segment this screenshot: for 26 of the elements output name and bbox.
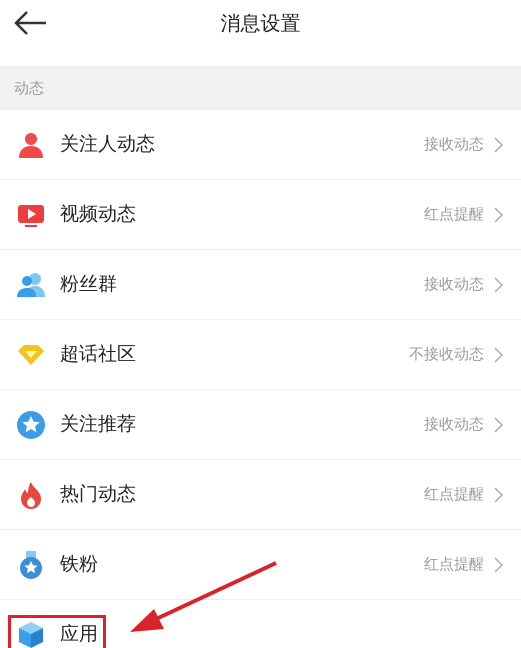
- chevron-icon: [494, 136, 503, 152]
- row-label[interactable]: 热门动态: [60, 480, 136, 509]
- row-label[interactable]: 粉丝群: [60, 270, 117, 299]
- row-label[interactable]: 铁粉: [60, 550, 98, 579]
- section-label: 动态: [14, 78, 44, 99]
- chevron-icon: [494, 346, 503, 362]
- row-value: 红点提醒: [424, 554, 484, 576]
- row-label[interactable]: 关注推荐: [60, 410, 136, 439]
- page-title: 消息设置: [220, 10, 300, 37]
- row-label[interactable]: 关注人动态: [60, 130, 155, 159]
- chevron-icon: [494, 556, 503, 572]
- row-value: 红点提醒: [424, 484, 484, 506]
- chevron-icon: [494, 206, 503, 222]
- row-label[interactable]: 视频动态: [60, 200, 136, 229]
- back-arrow-icon[interactable]: [14, 10, 48, 36]
- row-label[interactable]: 超话社区: [60, 340, 136, 369]
- row-value: 不接收动态: [409, 344, 484, 366]
- row-value: 接收动态: [424, 274, 484, 296]
- chevron-icon: [494, 276, 503, 292]
- chevron-icon: [494, 486, 503, 502]
- row-value: 接收动态: [424, 414, 484, 436]
- row-value: 红点提醒: [424, 204, 484, 226]
- chevron-icon: [494, 416, 503, 432]
- cube-icon: [16, 620, 46, 648]
- row-value: 接收动态: [424, 134, 484, 156]
- row-label[interactable]: 应用: [60, 620, 98, 648]
